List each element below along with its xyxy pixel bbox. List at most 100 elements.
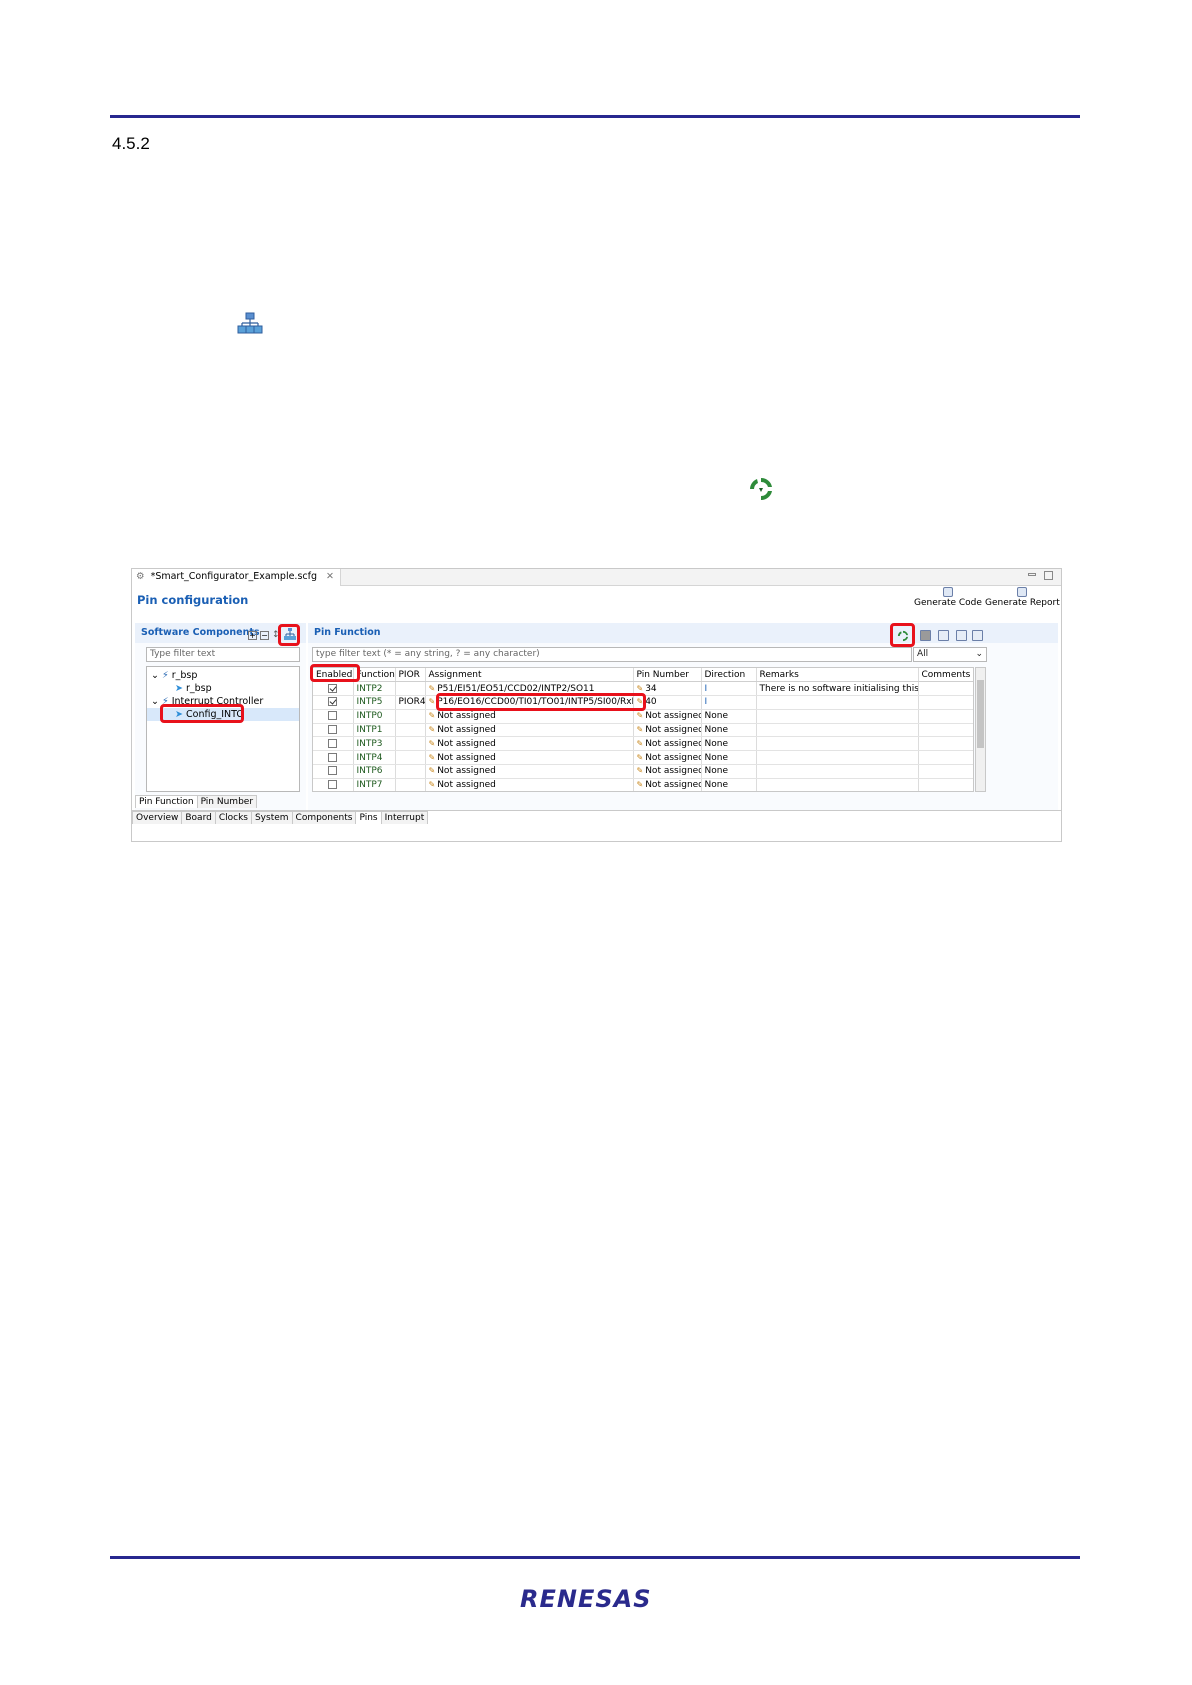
remarks-cell[interactable] — [756, 709, 919, 724]
function-cell[interactable]: INTP3 — [353, 736, 396, 752]
scrollbar-thumb[interactable] — [977, 680, 984, 748]
column-header-comments[interactable]: Comments — [918, 668, 973, 683]
table-row[interactable]: INTP3 ✎ Not assigned ✎ Not assigned None — [313, 736, 973, 752]
edit-icon[interactable]: ✎ — [429, 780, 436, 789]
tab-components[interactable]: Components — [291, 811, 357, 824]
tab-system[interactable]: System — [250, 811, 293, 824]
tab-board[interactable]: Board — [181, 811, 216, 824]
maximize-icon[interactable] — [1044, 571, 1053, 580]
enabled-checkbox[interactable] — [328, 711, 338, 721]
function-cell[interactable]: INTP2 — [353, 681, 396, 697]
edit-icon[interactable]: ✎ — [429, 725, 436, 734]
comments-cell[interactable] — [918, 723, 973, 738]
column-header-remarks[interactable]: Remarks — [756, 668, 919, 683]
pin-filter-dropdown[interactable]: All ⌄ — [913, 647, 987, 662]
pin-number-cell[interactable]: ✎ Not assigned — [633, 736, 702, 752]
comments-cell[interactable] — [918, 778, 973, 791]
assignment-cell[interactable]: ✎ Not assigned — [425, 750, 634, 766]
enabled-cell[interactable] — [313, 778, 354, 791]
enabled-checkbox[interactable] — [328, 725, 338, 735]
pin-filter-input[interactable]: type filter text (* = any string, ? = an… — [312, 647, 912, 662]
column-header-pior[interactable]: PIOR — [395, 668, 426, 683]
remarks-cell[interactable] — [756, 764, 919, 779]
edit-icon[interactable]: ✎ — [637, 725, 644, 734]
direction-cell[interactable]: None — [701, 723, 757, 738]
enabled-checkbox[interactable] — [328, 683, 338, 693]
function-cell[interactable]: INTP5 — [353, 695, 396, 710]
enabled-cell[interactable] — [313, 695, 354, 710]
column-header-assignment[interactable]: Assignment — [425, 668, 634, 683]
collapse-all-icon[interactable]: − — [260, 631, 269, 640]
edit-icon[interactable]: ✎ — [429, 684, 436, 693]
pior-cell[interactable]: PIOR4 — [395, 695, 426, 710]
edit-icon[interactable]: ✎ — [429, 739, 436, 748]
function-cell[interactable]: INTP0 — [353, 709, 396, 724]
assignment-cell[interactable]: ✎ Not assigned — [425, 736, 634, 752]
enabled-checkbox[interactable] — [328, 766, 338, 776]
table-row[interactable]: INTP6 ✎ Not assigned ✎ Not assigned None — [313, 764, 973, 779]
direction-cell[interactable]: None — [701, 750, 757, 766]
tab-pin-function[interactable]: Pin Function — [135, 795, 198, 808]
pin-number-cell[interactable]: ✎ Not assigned — [633, 764, 702, 779]
edit-icon[interactable]: ✎ — [429, 711, 436, 720]
remarks-cell[interactable] — [756, 736, 919, 752]
column-header-pin-number[interactable]: Pin Number — [633, 668, 702, 683]
tab-interrupt[interactable]: Interrupt — [380, 811, 429, 824]
comments-cell[interactable] — [918, 695, 973, 710]
enabled-cell[interactable] — [313, 764, 354, 779]
edit-icon[interactable]: ✎ — [637, 739, 644, 748]
pior-cell[interactable] — [395, 723, 426, 738]
edit-icon[interactable]: ✎ — [429, 753, 436, 762]
edit-icon[interactable]: ✎ — [637, 753, 644, 762]
tab-clocks[interactable]: Clocks — [214, 811, 252, 824]
remarks-cell[interactable] — [756, 695, 919, 710]
function-cell[interactable]: INTP4 — [353, 750, 396, 766]
pior-cell[interactable] — [395, 709, 426, 724]
generate-report-button[interactable]: Generate Report — [985, 587, 1060, 608]
remarks-cell[interactable]: There is no software initialising this p… — [756, 681, 919, 697]
remarks-cell[interactable] — [756, 778, 919, 791]
minimize-icon[interactable] — [1028, 573, 1036, 576]
generate-code-button[interactable]: Generate Code — [914, 587, 982, 608]
pin-number-cell[interactable]: ✎ Not assigned — [633, 750, 702, 766]
enabled-checkbox[interactable] — [328, 752, 338, 762]
direction-cell[interactable]: None — [701, 778, 757, 791]
tab-pins[interactable]: Pins — [355, 811, 382, 824]
enabled-cell[interactable] — [313, 736, 354, 752]
table-row[interactable]: INTP1 ✎ Not assigned ✎ Not assigned None — [313, 723, 973, 738]
edit-icon[interactable]: ✎ — [637, 780, 644, 789]
close-icon[interactable]: ✕ — [326, 571, 334, 582]
editor-tab[interactable]: ⚙ *Smart_Configurator_Example.scfg ✕ — [132, 569, 342, 586]
enabled-cell[interactable] — [313, 681, 354, 697]
assignment-cell[interactable]: ✎ Not assigned — [425, 764, 634, 779]
function-cell[interactable]: INTP6 — [353, 764, 396, 779]
comments-cell[interactable] — [918, 750, 973, 766]
direction-cell[interactable]: I — [701, 681, 757, 697]
enabled-checkbox[interactable] — [328, 697, 338, 707]
comments-cell[interactable] — [918, 681, 973, 697]
pior-cell[interactable] — [395, 750, 426, 766]
enabled-cell[interactable] — [313, 723, 354, 738]
edit-icon[interactable]: ✎ — [637, 711, 644, 720]
table-row[interactable]: INTP0 ✎ Not assigned ✎ Not assigned None — [313, 709, 973, 724]
direction-cell[interactable]: None — [701, 736, 757, 752]
vertical-scrollbar[interactable] — [975, 667, 986, 792]
column-header-direction[interactable]: Direction — [701, 668, 757, 683]
component-filter-input[interactable]: Type filter text — [146, 647, 300, 662]
assignment-cell[interactable]: ✎ Not assigned — [425, 778, 634, 791]
pior-cell[interactable] — [395, 736, 426, 752]
edit-icon[interactable]: ✎ — [429, 766, 436, 775]
pin-number-cell[interactable]: ✎ Not assigned — [633, 723, 702, 738]
function-cell[interactable]: INTP7 — [353, 778, 396, 791]
table-row[interactable]: INTP7 ✎ Not assigned ✎ Not assigned None — [313, 778, 973, 791]
pin-number-cell[interactable]: ✎ Not assigned — [633, 778, 702, 791]
edit-icon[interactable]: ✎ — [637, 684, 644, 693]
import-icon[interactable] — [956, 630, 967, 641]
comments-cell[interactable] — [918, 736, 973, 752]
remarks-cell[interactable] — [756, 750, 919, 766]
remarks-cell[interactable] — [756, 723, 919, 738]
comments-cell[interactable] — [918, 764, 973, 779]
expand-all-icon[interactable]: + — [248, 631, 257, 640]
direction-cell[interactable]: None — [701, 764, 757, 779]
tree-item-r-bsp-config[interactable]: ➤ r_bsp — [147, 682, 299, 695]
